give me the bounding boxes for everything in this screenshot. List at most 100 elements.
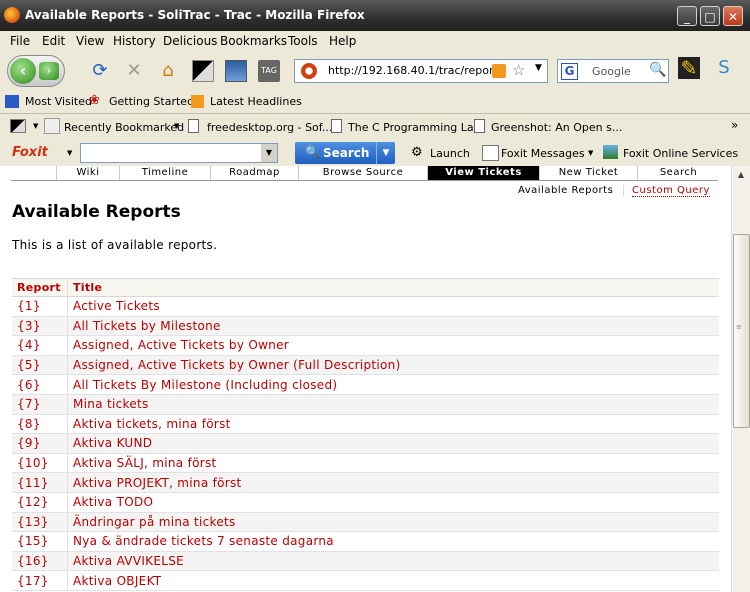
report-id-link[interactable]: {13} [12,512,68,533]
vertical-scrollbar[interactable]: ▲ ≡ [731,166,750,592]
report-title-link[interactable]: Aktiva OBJEKT [67,570,719,591]
tab-timeline[interactable]: Timeline [119,166,210,180]
menu-file[interactable]: File [10,34,30,48]
foxit-launch[interactable]: Launch [430,147,470,160]
report-title-link[interactable]: Assigned, Active Tickets by Owner (Full … [67,355,719,376]
foxit-search-input[interactable]: ▼ [80,143,278,163]
tab-browse-source[interactable]: Browse Source [298,166,427,180]
bookmark-latest-headlines[interactable]: Latest Headlines [210,95,302,108]
report-title-link[interactable]: Aktiva SÄLJ, mina först [67,453,719,474]
foxit-menu-icon[interactable]: ▼ [67,149,72,157]
bookmark-most-visited[interactable]: Most Visited [25,95,92,108]
report-id-link[interactable]: {10} [12,453,68,474]
forward-icon[interactable]: › [39,62,59,80]
tab-roadmap[interactable]: Roadmap [210,166,298,180]
recent-dropdown-icon[interactable]: ▼ [174,122,179,130]
column-header-report[interactable]: Report [12,278,68,297]
report-title-link[interactable]: Active Tickets [67,296,719,317]
report-title-link[interactable]: Nya & ändrade tickets 7 senaste dagarna [67,531,719,552]
home-icon[interactable]: ⌂ [157,60,179,82]
reload-icon[interactable]: ⟳ [89,60,111,82]
scrollbar-thumb[interactable] [733,234,750,428]
menu-delicious[interactable]: Delicious [163,34,217,48]
report-id-link[interactable]: {3} [12,316,68,337]
url-bar[interactable]: http://192.168.40.1/trac/report ☆ ▼ [294,59,548,83]
chevron-down-icon[interactable]: ▼ [261,144,277,162]
bookmark-c-programming[interactable]: The C Programming La... [348,121,484,134]
report-title-link[interactable]: Aktiva PROJEKT, mina först [67,472,719,493]
close-button[interactable]: ✕ [723,6,743,26]
report-title-link[interactable]: Aktiva tickets, mina först [67,414,719,435]
delicious-bookmarks-icon[interactable] [10,119,26,133]
search-icon[interactable]: 🔍 [649,62,666,78]
bookmark-getting-started[interactable]: Getting Started [109,95,194,108]
dropdown-icon[interactable]: ▼ [33,122,38,130]
table-header-row: Report Title [12,278,719,297]
bookmark-freedesktop[interactable]: freedesktop.org - Sof... [207,121,332,134]
page-icon [188,119,199,133]
search-box[interactable]: G Google 🔍 [557,59,669,83]
menu-edit[interactable]: Edit [42,34,65,48]
report-title-link[interactable]: Assigned, Active Tickets by Owner [67,335,719,356]
menu-bookmarks[interactable]: Bookmarks [220,34,287,48]
chevron-more-icon[interactable]: » [731,118,738,132]
google-icon[interactable]: G [561,63,578,80]
scroll-up-icon[interactable]: ▲ [734,168,748,182]
report-title-link[interactable]: Aktiva AVVIKELSE [67,551,719,572]
tab-new-ticket[interactable]: New Ticket [539,166,637,180]
report-id-link[interactable]: {15} [12,531,68,552]
foxit-online-services[interactable]: Foxit Online Services [623,147,738,160]
report-id-link[interactable]: {16} [12,551,68,572]
menu-history[interactable]: History [113,34,156,48]
bookmark-greenshot[interactable]: Greenshot: An Open s... [491,121,622,134]
report-title-link[interactable]: All Tickets by Milestone [67,316,719,337]
report-title-link[interactable]: Ändringar på mina tickets [67,512,719,533]
report-id-link[interactable]: {4} [12,335,68,356]
tab-wiki[interactable]: Wiki [56,166,119,180]
report-id-link[interactable]: {7} [12,394,68,415]
report-id-link[interactable]: {17} [12,570,68,591]
menu-bar: File Edit View History Delicious Bookmar… [0,31,750,51]
report-title-link[interactable]: Aktiva KUND [67,433,719,454]
tab-view-tickets[interactable]: View Tickets [427,166,539,180]
foxit-search-button[interactable]: 🔍 Search ▼ [295,142,395,164]
url-dropdown-icon[interactable]: ▼ [535,63,542,73]
available-reports-link[interactable]: Available Reports [518,185,613,196]
foxit-logo[interactable]: Foxit [12,145,48,160]
report-title-link[interactable]: All Tickets By Milestone (Including clos… [67,374,719,395]
bookmark-recently-bookmarked[interactable]: Recently Bookmarked [64,121,184,134]
table-row: {9} Aktiva KUND [12,433,719,454]
report-id-link[interactable]: {8} [12,414,68,435]
menu-help[interactable]: Help [329,34,356,48]
report-title-link[interactable]: Mina tickets [67,394,719,415]
menu-view[interactable]: View [76,34,104,48]
tab-search[interactable]: Search [637,166,719,180]
back-icon[interactable]: ‹ [10,58,36,84]
skype-icon[interactable]: S [713,57,735,79]
delicious-icon[interactable] [192,60,214,82]
report-id-link[interactable]: {11} [12,472,68,493]
report-title-link[interactable]: Aktiva TODO [67,492,719,513]
report-id-link[interactable]: {1} [12,296,68,317]
foxit-messages[interactable]: Foxit Messages [501,147,585,160]
custom-query-link[interactable]: Custom Query [632,185,710,197]
search-placeholder[interactable]: Google [592,65,631,78]
report-id-link[interactable]: {12} [12,492,68,513]
url-text[interactable]: http://192.168.40.1/trac/report [328,64,498,77]
search-dropdown-icon[interactable]: ▼ [376,142,395,164]
screenshot-icon[interactable] [225,60,247,82]
rss-icon[interactable] [492,64,506,78]
maximize-button[interactable]: □ [700,6,720,26]
report-id-link[interactable]: {9} [12,433,68,454]
report-id-link[interactable]: {5} [12,355,68,376]
highlighter-icon[interactable]: ✎ [678,57,700,79]
minimize-button[interactable]: _ [677,6,697,26]
page-icon [331,119,342,133]
tag-icon[interactable]: TAG [258,60,280,82]
bookmark-star-icon[interactable]: ☆ [512,61,525,79]
menu-tools[interactable]: Tools [288,34,318,48]
stop-icon[interactable]: ✕ [123,60,145,82]
messages-dropdown-icon[interactable]: ▼ [588,149,593,157]
report-id-link[interactable]: {6} [12,374,68,395]
column-header-title[interactable]: Title [67,278,719,297]
